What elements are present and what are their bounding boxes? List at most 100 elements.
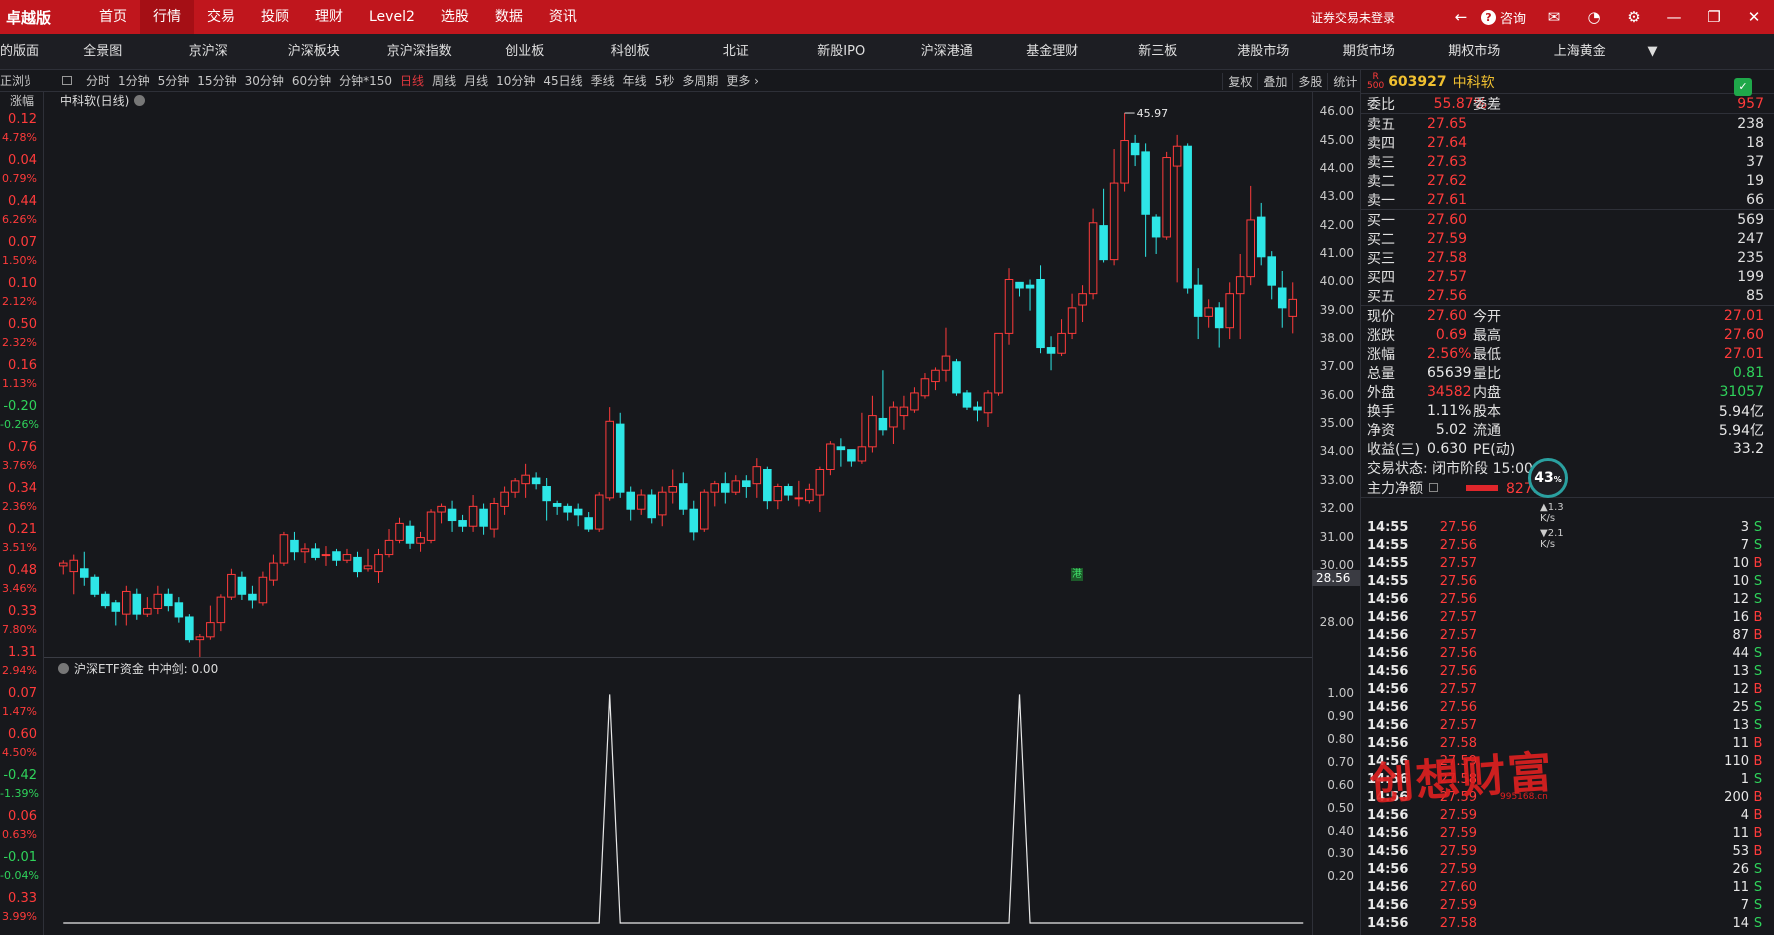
settings-dot-icon[interactable] xyxy=(134,94,146,106)
period-item[interactable]: 日线 xyxy=(396,72,428,89)
back-arrow-icon[interactable]: ← xyxy=(1441,0,1481,34)
period-item[interactable]: 周线 xyxy=(428,72,460,89)
subnav-item[interactable]: 上海黄金 xyxy=(1527,34,1633,70)
period-item[interactable]: 多周期 xyxy=(678,72,722,89)
candle-body xyxy=(458,520,467,527)
order-diff-value: 957 xyxy=(1737,95,1764,112)
subnav-item[interactable]: 创业板 xyxy=(472,34,578,70)
close-icon[interactable]: ✕ xyxy=(1734,0,1774,34)
subnav-item[interactable]: 京沪深指数 xyxy=(367,34,473,70)
chevron-down-icon[interactable]: ▼ xyxy=(1633,34,1673,70)
tick-side: B xyxy=(1753,843,1763,859)
period-item[interactable]: 45日线 xyxy=(539,72,586,89)
subnav-item[interactable]: 全景图 xyxy=(50,34,156,70)
field-value: 33.2 xyxy=(1732,440,1764,457)
top-nav-item[interactable]: 资讯 xyxy=(536,0,590,34)
candle-body xyxy=(594,494,604,530)
period-item[interactable]: 更多 › xyxy=(722,72,763,89)
toolbar-action[interactable]: 复权 xyxy=(1222,72,1257,90)
restore-icon[interactable]: ❐ xyxy=(1694,0,1734,34)
subnav-item[interactable]: 京沪深 xyxy=(156,34,262,70)
top-nav-item[interactable]: 投顾 xyxy=(248,0,302,34)
period-item[interactable]: 60分钟 xyxy=(288,72,335,89)
subnav-item-layout[interactable]: 的版面 xyxy=(0,34,50,70)
mail-icon[interactable]: ✉ xyxy=(1534,0,1574,34)
skin-icon[interactable]: ◔ xyxy=(1574,0,1614,34)
period-item[interactable]: 5秒 xyxy=(651,72,679,89)
order-level[interactable]: 买二 27.59 247 xyxy=(1361,229,1774,248)
period-item[interactable]: 年线 xyxy=(619,72,651,89)
field-value: 1.11% xyxy=(1427,402,1472,419)
candle-body xyxy=(699,491,709,530)
subnav-item[interactable]: 科创板 xyxy=(578,34,684,70)
order-level[interactable]: 买四 27.57 199 xyxy=(1361,267,1774,286)
gear-icon[interactable]: ⚙ xyxy=(1614,0,1654,34)
subnav-item[interactable]: 基金理财 xyxy=(1000,34,1106,70)
tick-price: 27.56 xyxy=(1439,537,1477,553)
subnav-item[interactable]: 港股市场 xyxy=(1211,34,1317,70)
tick-volume: 1 xyxy=(1740,771,1749,787)
period-item[interactable]: 季线 xyxy=(587,72,619,89)
app-window: 卓越版 首页 行情 交易 投顾 理财 Level2 选股 数据 资讯 证券交易未登录 ← ? 咨询… xyxy=(0,0,1774,935)
consult-button[interactable]: ? 咨询 xyxy=(1480,8,1526,27)
shield-icon[interactable]: ✓ xyxy=(1734,78,1752,96)
period-item[interactable]: 1分钟 xyxy=(114,72,154,89)
scale-percent: -0.04% xyxy=(0,869,39,882)
info-box-icon[interactable] xyxy=(1429,483,1438,492)
period-item[interactable]: 15分钟 xyxy=(193,72,240,89)
candlestick-chart[interactable]: 45.9726.75 xyxy=(52,92,1312,657)
top-nav-item[interactable]: 交易 xyxy=(194,0,248,34)
tick-list[interactable]: 14:55 27.56 3 S 14:55 27.56 7 S 14:55 27.57 10 B 14:… xyxy=(1361,518,1774,932)
login-status[interactable]: 证券交易未登录 xyxy=(1311,9,1395,26)
order-level[interactable]: 买一 27.60 569 xyxy=(1361,210,1774,229)
minimize-icon[interactable]: — xyxy=(1654,0,1694,34)
subnav-item[interactable]: 沪深港通 xyxy=(894,34,1000,70)
order-level[interactable]: 买三 27.58 235 xyxy=(1361,248,1774,267)
scale-percent: 3.99% xyxy=(2,910,37,923)
speed-down-unit: K/s xyxy=(1540,539,1556,550)
order-level[interactable]: 卖二 27.62 19 xyxy=(1361,171,1774,190)
top-nav-item[interactable]: 首页 xyxy=(86,0,140,34)
top-nav-item[interactable]: 选股 xyxy=(428,0,482,34)
scale-percent: 2.36% xyxy=(2,500,37,513)
order-level[interactable]: 卖三 27.63 37 xyxy=(1361,152,1774,171)
top-nav-item[interactable]: 理财 xyxy=(302,0,356,34)
toolbar-action[interactable]: 统计 xyxy=(1327,72,1362,90)
subnav-item[interactable]: 期权市场 xyxy=(1422,34,1528,70)
subnav-item[interactable]: 北证 xyxy=(683,34,789,70)
period-item[interactable]: 5分钟 xyxy=(154,72,194,89)
period-item[interactable]: 分时 xyxy=(82,72,114,89)
level-price: 27.64 xyxy=(1427,134,1468,151)
period-item[interactable]: 月线 xyxy=(460,72,492,89)
toolbar-action[interactable]: 多股 xyxy=(1292,72,1327,90)
subnav-item[interactable]: 新三板 xyxy=(1105,34,1211,70)
subnav-item[interactable]: 期货市场 xyxy=(1316,34,1422,70)
indicator-axis-tick: 0.50 xyxy=(1327,800,1354,815)
settings-dot-icon[interactable] xyxy=(58,663,69,674)
panel-toggle-icon[interactable] xyxy=(62,76,72,85)
field-value: 5.94亿 xyxy=(1718,422,1764,439)
level-volume: 85 xyxy=(1746,287,1764,304)
period-item[interactable]: 分钟*150 xyxy=(335,72,396,89)
top-nav-item[interactable]: 数据 xyxy=(482,0,536,34)
subnav-item[interactable]: 新股IPO xyxy=(789,34,895,70)
top-nav-item[interactable]: Level2 xyxy=(356,0,428,34)
toolbar-action[interactable]: 叠加 xyxy=(1257,72,1292,90)
tick-side: S xyxy=(1753,897,1763,913)
order-level[interactable]: 卖一 27.61 66 xyxy=(1361,190,1774,209)
order-level[interactable]: 卖五 27.65 238 xyxy=(1361,114,1774,133)
tick-row: 14:56 27.57 12 B xyxy=(1361,680,1774,698)
stock-name[interactable]: 中科软 xyxy=(1453,72,1495,92)
order-level[interactable]: 卖四 27.64 18 xyxy=(1361,133,1774,152)
subnav-item[interactable]: 沪深板块 xyxy=(261,34,367,70)
field-label: 换手 xyxy=(1367,403,1395,420)
period-item[interactable]: 30分钟 xyxy=(241,72,288,89)
quote-field-row: 涨跌 0.69 最高 27.60 xyxy=(1361,325,1774,344)
stock-code[interactable]: 603927 xyxy=(1388,74,1446,90)
tick-row: 14:56 27.59 7 S xyxy=(1361,896,1774,914)
period-item[interactable]: 10分钟 xyxy=(492,72,539,89)
top-nav-item[interactable]: 行情 xyxy=(140,0,194,34)
candle-body xyxy=(342,554,352,561)
order-level[interactable]: 买五 27.56 85 xyxy=(1361,286,1774,305)
indicator-chart[interactable] xyxy=(52,675,1312,935)
